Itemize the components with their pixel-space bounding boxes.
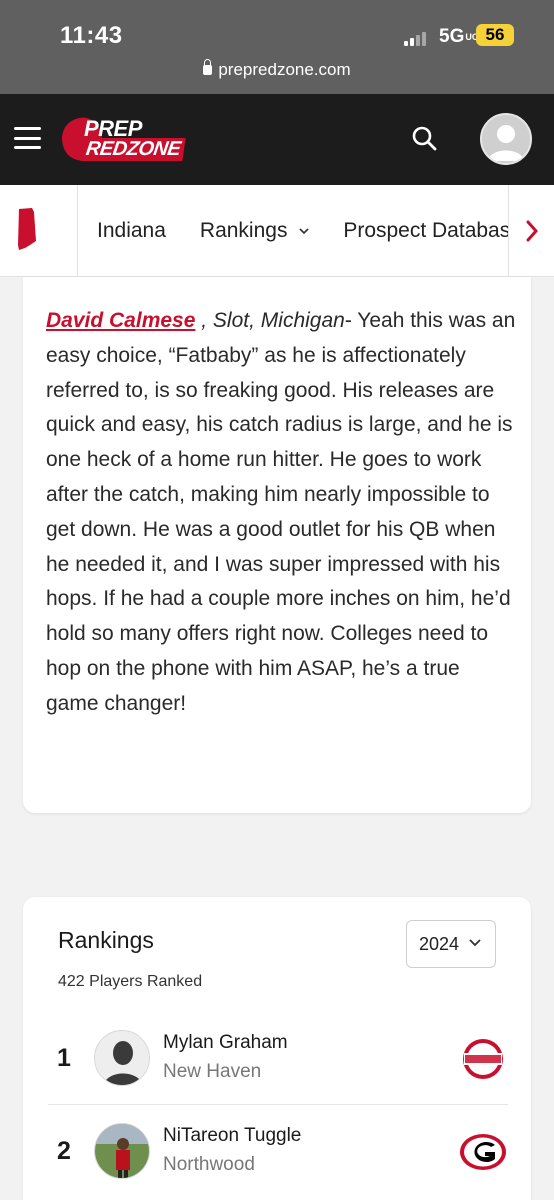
player-school: New Haven (163, 1061, 262, 1082)
nav-scroll-right-button[interactable] (508, 185, 554, 276)
url-bar[interactable]: prepredzone.com (0, 59, 554, 80)
player-name[interactable]: NiTareon Tuggle (163, 1125, 301, 1147)
cellular-signal-icon (404, 30, 426, 46)
indiana-state-icon[interactable] (0, 185, 78, 276)
player-name[interactable]: Mylan Graham (163, 1032, 288, 1054)
battery-icon: 56 (476, 24, 514, 46)
user-avatar[interactable] (480, 113, 532, 165)
ranking-row[interactable]: 2 NiTareon Tuggle Northwood (48, 1105, 508, 1198)
rank-number: 1 (57, 1044, 71, 1072)
site-header: PREP REDZONE (0, 94, 554, 185)
player-school: Northwood (163, 1154, 255, 1175)
ranking-row[interactable]: 1 Mylan Graham New Haven (48, 1012, 508, 1105)
rank-number: 2 (57, 1137, 71, 1165)
lock-icon (203, 59, 213, 75)
player-photo (94, 1123, 150, 1179)
menu-icon[interactable] (14, 127, 41, 149)
chevron-down-icon (299, 228, 309, 235)
article-card: David Calmese , Slot, Michigan- Yeah thi… (23, 277, 531, 813)
article-body: - Yeah this was an easy choice, “Fatbaby… (46, 309, 516, 715)
nav-scroll-area: Indiana Rankings Prospect Database (80, 185, 508, 276)
prep-redzone-logo[interactable]: PREP REDZONE (57, 113, 197, 165)
rankings-card: Rankings 422 Players Ranked 2024 1 Mylan… (23, 897, 531, 1200)
year-select[interactable]: 2024 (406, 920, 496, 968)
player-link-david-calmese[interactable]: David Calmese (46, 309, 195, 332)
network-type: 5GUC (439, 26, 479, 47)
search-icon[interactable] (410, 124, 440, 154)
url-text: prepredzone.com (218, 60, 351, 79)
rankings-title: Rankings (58, 927, 154, 953)
status-bar: 11:43 5GUC 56 prepredzone.com (0, 0, 554, 94)
chevron-right-icon (526, 220, 538, 241)
ohio-state-logo-icon (458, 1036, 508, 1082)
secondary-nav: Indiana Rankings Prospect Database (0, 185, 554, 277)
chevron-down-icon (469, 939, 481, 947)
nav-item-rankings[interactable]: Rankings (200, 219, 309, 243)
nav-item-indiana[interactable]: Indiana (97, 219, 166, 243)
player-meta: , Slot, Michigan (195, 309, 345, 332)
players-ranked-count: 422 Players Ranked (58, 973, 203, 990)
georgia-logo-icon (458, 1129, 508, 1175)
nav-item-prospect-database[interactable]: Prospect Database (343, 219, 508, 243)
status-time: 11:43 (60, 22, 123, 49)
article-paragraph: David Calmese , Slot, Michigan- Yeah thi… (46, 304, 518, 722)
player-photo-placeholder (94, 1030, 150, 1086)
